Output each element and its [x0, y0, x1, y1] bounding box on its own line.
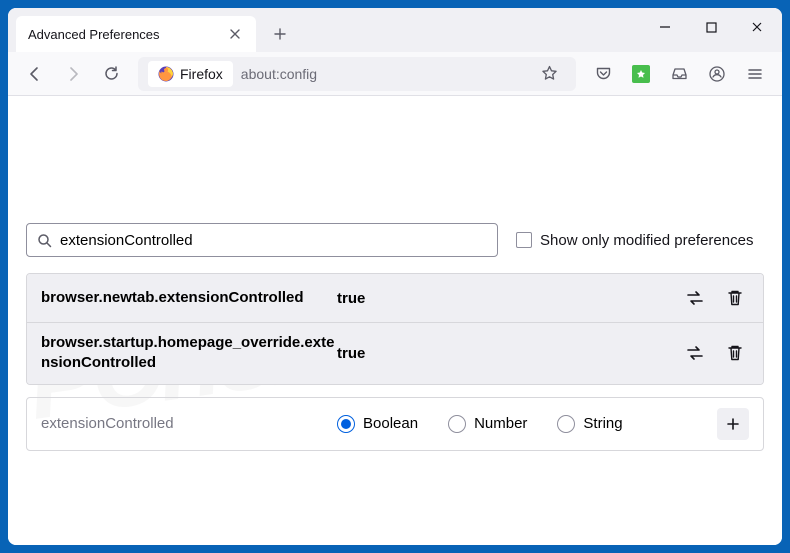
radio-label: Boolean: [363, 415, 418, 432]
nav-bar: Firefox about:config: [8, 52, 782, 96]
new-preference-row: extensionControlled Boolean Number Strin…: [26, 397, 764, 451]
tab-title: Advanced Preferences: [28, 27, 160, 42]
plus-icon: [726, 417, 740, 431]
site-identity[interactable]: Firefox: [148, 61, 233, 87]
close-icon: [751, 21, 763, 33]
pref-actions: [681, 339, 749, 367]
account-button[interactable]: [700, 57, 734, 91]
preferences-list: browser.newtab.extensionControlled true …: [26, 273, 764, 385]
checkbox-icon: [516, 232, 532, 248]
reload-button[interactable]: [94, 57, 128, 91]
tab-bar: Advanced Preferences: [8, 8, 782, 52]
search-row: Show only modified preferences: [26, 223, 764, 257]
back-button[interactable]: [18, 57, 52, 91]
pref-actions: [681, 284, 749, 312]
app-menu-button[interactable]: [738, 57, 772, 91]
account-icon: [708, 65, 726, 83]
pocket-button[interactable]: [586, 57, 620, 91]
checkbox-label: Show only modified preferences: [540, 232, 753, 249]
forward-button[interactable]: [56, 57, 90, 91]
pocket-icon: [595, 65, 612, 82]
trash-icon: [727, 344, 743, 362]
maximize-button[interactable]: [688, 8, 734, 46]
pref-value: true: [337, 345, 681, 362]
toggle-icon: [685, 345, 705, 361]
toggle-icon: [685, 290, 705, 306]
maximize-icon: [706, 22, 717, 33]
type-number[interactable]: Number: [448, 415, 527, 433]
extensions-button[interactable]: [624, 57, 658, 91]
hamburger-icon: [747, 66, 763, 82]
toggle-button[interactable]: [681, 339, 709, 367]
search-icon: [37, 233, 52, 248]
type-boolean[interactable]: Boolean: [337, 415, 418, 433]
downloads-button[interactable]: [662, 57, 696, 91]
pref-name: browser.newtab.extensionControlled: [41, 288, 337, 308]
type-string[interactable]: String: [557, 415, 622, 433]
star-icon: [541, 65, 558, 82]
add-preference-button[interactable]: [717, 408, 749, 440]
close-window-button[interactable]: [734, 8, 780, 46]
identity-label: Firefox: [180, 66, 223, 82]
toggle-button[interactable]: [681, 284, 709, 312]
back-icon: [26, 65, 44, 83]
radio-label: Number: [474, 415, 527, 432]
search-input[interactable]: [60, 232, 487, 249]
close-tab-button[interactable]: [226, 25, 244, 43]
minimize-button[interactable]: [642, 8, 688, 46]
tab-advanced-preferences[interactable]: Advanced Preferences: [16, 16, 256, 52]
window-controls: [642, 8, 780, 46]
delete-button[interactable]: [721, 339, 749, 367]
radio-label: String: [583, 415, 622, 432]
browser-window: Advanced Preferences Firefox: [8, 8, 782, 545]
forward-icon: [64, 65, 82, 83]
trash-icon: [727, 289, 743, 307]
config-content: PCrisk.com Show only modified preference…: [8, 96, 782, 545]
pref-row: browser.newtab.extensionControlled true: [27, 274, 763, 322]
firefox-icon: [158, 66, 174, 82]
url-text: about:config: [241, 66, 532, 82]
plus-icon: [273, 27, 287, 41]
radio-icon: [337, 415, 355, 433]
new-tab-button[interactable]: [264, 18, 296, 50]
search-box[interactable]: [26, 223, 498, 257]
delete-button[interactable]: [721, 284, 749, 312]
url-bar[interactable]: Firefox about:config: [138, 57, 576, 91]
extension-icon: [632, 65, 650, 83]
inbox-icon: [671, 65, 688, 82]
bookmark-button[interactable]: [532, 57, 566, 91]
minimize-icon: [659, 21, 671, 33]
reload-icon: [103, 65, 120, 82]
type-radio-group: Boolean Number String: [337, 415, 717, 433]
pref-value: true: [337, 290, 681, 307]
close-icon: [229, 28, 241, 40]
radio-icon: [557, 415, 575, 433]
show-modified-checkbox[interactable]: Show only modified preferences: [516, 232, 753, 249]
pref-name: browser.startup.homepage_override.extens…: [41, 333, 337, 374]
radio-icon: [448, 415, 466, 433]
new-pref-name: extensionControlled: [41, 415, 337, 432]
pref-row: browser.startup.homepage_override.extens…: [27, 322, 763, 384]
